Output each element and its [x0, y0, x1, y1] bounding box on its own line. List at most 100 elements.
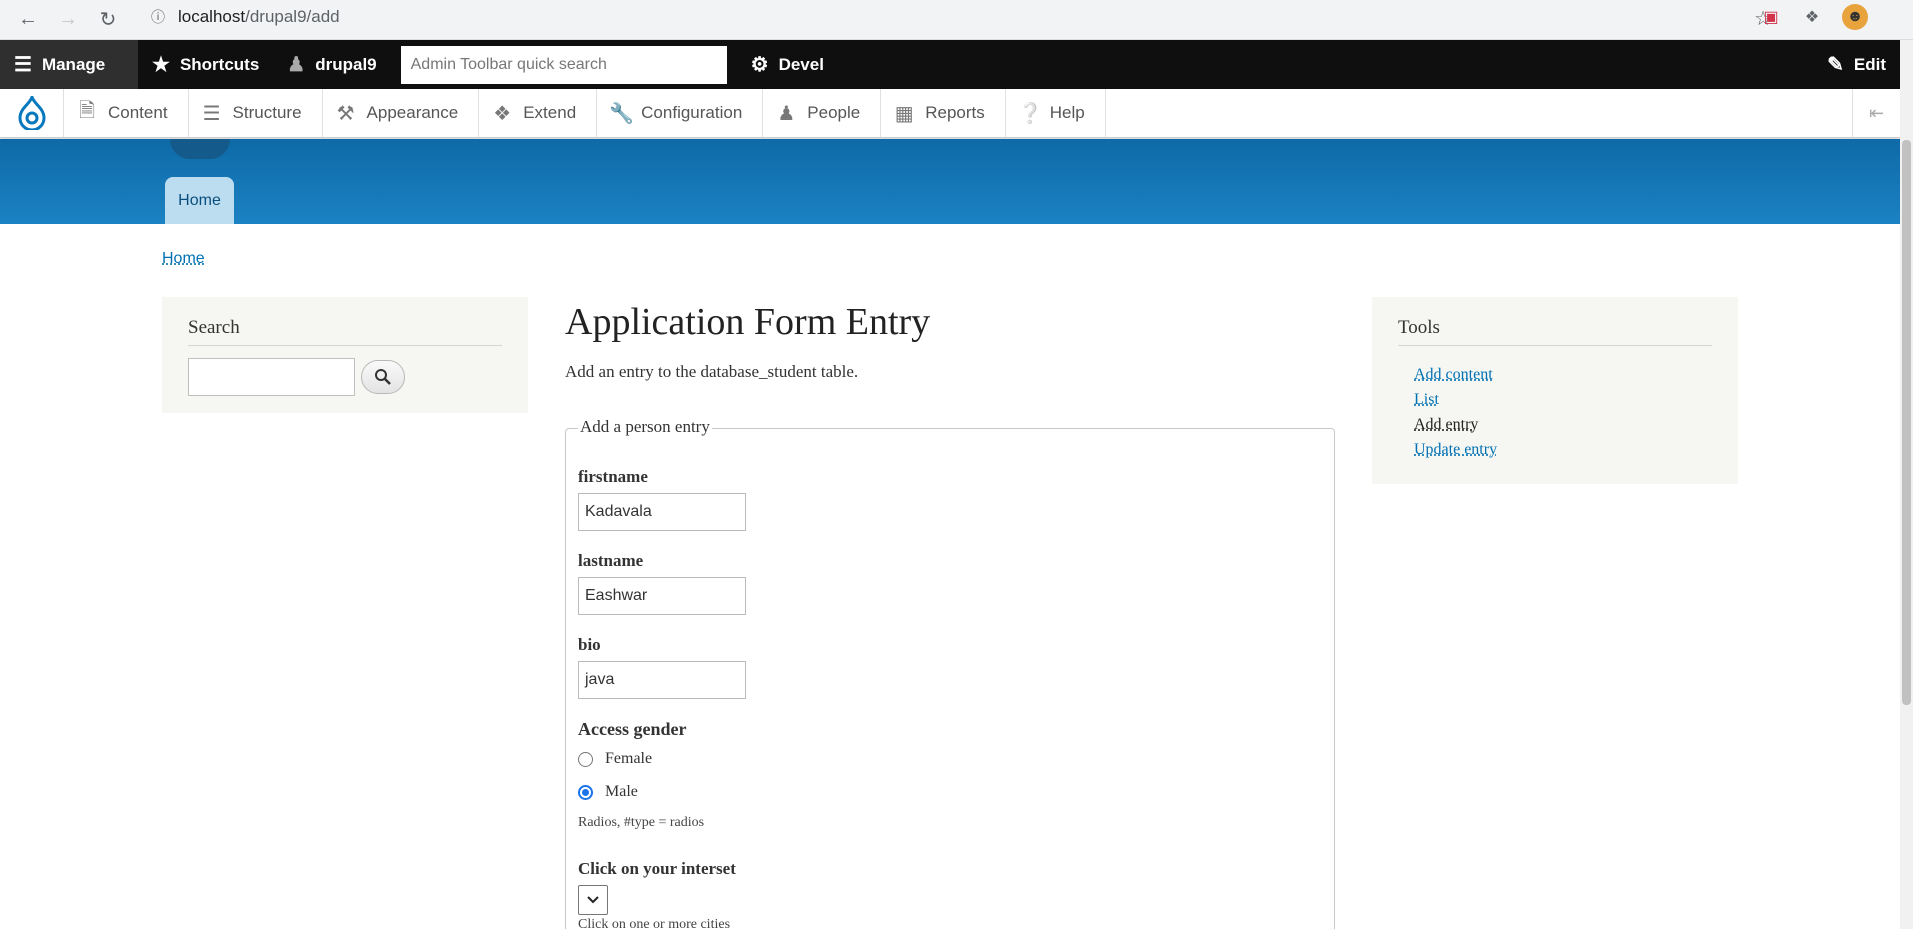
- lastname-field[interactable]: Eashwar: [578, 577, 746, 615]
- page-scrollbar[interactable]: [1900, 40, 1913, 929]
- toolbar-user[interactable]: ♟ drupal9: [273, 40, 390, 89]
- tray-item-configuration[interactable]: 🔧 Configuration: [597, 89, 764, 137]
- bar-chart-icon: ▦: [894, 102, 914, 125]
- tools-link-update-entry[interactable]: Update entry: [1414, 437, 1712, 462]
- gender-option-label: Male: [605, 783, 638, 800]
- url-host: localhost: [178, 7, 246, 26]
- firstname-item: firstname Kadavala: [578, 467, 746, 531]
- person-entry-fieldset: Add a person entry firstname Kadavala la…: [565, 417, 1335, 929]
- tray-item-label: Content: [108, 103, 168, 122]
- person-icon: ♟: [777, 102, 796, 125]
- gender-option-label: Female: [605, 750, 653, 767]
- tools-link-add-content[interactable]: Add content: [1414, 362, 1712, 387]
- radio-male[interactable]: [578, 784, 593, 800]
- nav-home-tab[interactable]: Home: [165, 177, 234, 224]
- user-icon: ♟: [287, 54, 306, 76]
- collapse-tray-icon[interactable]: ⇤: [1852, 89, 1900, 137]
- bio-item: bio java: [578, 635, 746, 699]
- scrollbar-thumb[interactable]: [1902, 140, 1911, 705]
- help-icon: ❔: [1017, 102, 1043, 125]
- back-icon[interactable]: ←: [8, 3, 48, 37]
- browser-toolbar: ← → ↻ ⓘ localhost/drupal9/add ☆ ▣ ❖ ☻: [0, 0, 1913, 40]
- gender-option-female[interactable]: Female: [578, 748, 704, 770]
- toolbar-edit-label: Edit: [1853, 54, 1886, 74]
- site-header: Home: [0, 139, 1900, 224]
- firstname-field[interactable]: Kadavala: [578, 493, 746, 531]
- tray-item-label: Reports: [925, 103, 985, 122]
- gender-help: Radios, #type = radios: [578, 815, 705, 830]
- reload-icon[interactable]: ↻: [88, 3, 128, 37]
- paintbrush-icon: ⚒: [336, 102, 355, 125]
- tray-item-reports[interactable]: ▦ Reports: [881, 89, 1006, 137]
- tray-item-content[interactable]: 🗎 Content: [64, 89, 189, 137]
- tray-item-label: Extend: [523, 103, 577, 122]
- bio-label: bio: [578, 635, 601, 654]
- tools-link-list[interactable]: List: [1414, 387, 1712, 412]
- forward-icon[interactable]: →: [48, 3, 88, 37]
- url-path: /drupal9/add: [245, 7, 340, 26]
- lastname-item: lastname Eashwar: [578, 551, 746, 615]
- tray-item-extend[interactable]: ❖ Extend: [479, 89, 598, 137]
- interest-select[interactable]: [578, 885, 608, 915]
- hamburger-icon: ☰: [14, 54, 32, 76]
- breadcrumb-home[interactable]: Home: [162, 250, 205, 268]
- fieldset-legend: Add a person entry: [578, 417, 712, 437]
- tools-block: Tools Add content List Add entry Update …: [1372, 297, 1738, 484]
- document-icon: 🗎: [78, 100, 96, 122]
- page-title: Application Form Entry: [565, 301, 931, 343]
- interest-item: Click on your interset Click on one or m…: [578, 859, 736, 929]
- tray-item-label: Structure: [232, 103, 302, 122]
- toolbar-manage-label: Manage: [41, 54, 106, 74]
- tray-item-label: Configuration: [641, 103, 743, 122]
- drupal-logo-icon[interactable]: [0, 89, 64, 137]
- page-description: Add an entry to the database_student tab…: [565, 362, 859, 381]
- search-block: Search: [162, 297, 528, 413]
- tools-link-label[interactable]: Add content: [1414, 366, 1493, 383]
- toolbar-devel[interactable]: ⚙ Devel: [737, 40, 838, 89]
- gear-icon: ⚙: [750, 54, 769, 76]
- gender-label: Access gender: [578, 719, 687, 739]
- tools-link-label[interactable]: Update entry: [1414, 441, 1497, 458]
- tray-item-appearance[interactable]: ⚒ Appearance: [323, 89, 480, 137]
- star-icon: ★: [152, 54, 170, 76]
- chevron-down-icon: [587, 896, 599, 904]
- admin-quick-search-input[interactable]: Admin Toolbar quick search: [400, 46, 727, 84]
- pocket-extension-icon[interactable]: ▣: [1760, 6, 1782, 28]
- profile-avatar[interactable]: ☻: [1842, 4, 1868, 30]
- interest-label: Click on your interset: [578, 859, 736, 878]
- tools-link-label[interactable]: Add entry: [1414, 416, 1478, 433]
- bio-field[interactable]: java: [578, 661, 746, 699]
- search-button[interactable]: [361, 360, 405, 394]
- tools-list: Add content List Add entry Update entry: [1398, 362, 1712, 462]
- tray-item-label: Appearance: [366, 103, 459, 122]
- tray-item-people[interactable]: ♟ People: [763, 89, 882, 137]
- tray-item-help[interactable]: ❔ Help: [1006, 89, 1106, 137]
- sitemap-icon: ☰: [202, 102, 221, 125]
- tools-block-title: Tools: [1398, 317, 1712, 346]
- main-content: Application Form Entry Add an entry to t…: [565, 300, 1335, 382]
- site-logo[interactable]: [170, 139, 230, 159]
- wrench-icon: 🔧: [609, 102, 635, 125]
- search-block-title: Search: [188, 317, 502, 346]
- gender-option-male[interactable]: Male: [578, 781, 704, 803]
- search-icon: [375, 369, 391, 385]
- info-icon[interactable]: ⓘ: [144, 7, 172, 27]
- toolbar-edit[interactable]: ✎ Edit: [1813, 40, 1900, 89]
- toolbar-user-label: drupal9: [315, 54, 377, 74]
- firstname-label: firstname: [578, 467, 648, 486]
- interest-help: Click on one or more cities: [578, 917, 731, 929]
- toolbar-shortcuts[interactable]: ★ Shortcuts: [138, 40, 273, 89]
- toolbar-manage[interactable]: ☰ Manage: [0, 40, 138, 89]
- address-bar[interactable]: ⓘ localhost/drupal9/add ☆: [136, 2, 1776, 32]
- lastname-label: lastname: [578, 551, 644, 570]
- tray-item-label: Help: [1049, 103, 1085, 122]
- tools-link-label[interactable]: List: [1414, 391, 1439, 408]
- radio-female[interactable]: [578, 751, 593, 767]
- extensions-puzzle-icon[interactable]: ❖: [1801, 6, 1823, 28]
- tray-item-structure[interactable]: ☰ Structure: [189, 89, 323, 137]
- admin-tray: 🗎 Content ☰ Structure ⚒ Appearance ❖ Extend …: [0, 89, 1900, 138]
- tray-item-label: People: [807, 103, 861, 122]
- tools-link-add-entry[interactable]: Add entry: [1414, 412, 1712, 437]
- gender-item: Access gender Female Male Radios, #type …: [578, 719, 704, 831]
- search-input[interactable]: [188, 358, 355, 396]
